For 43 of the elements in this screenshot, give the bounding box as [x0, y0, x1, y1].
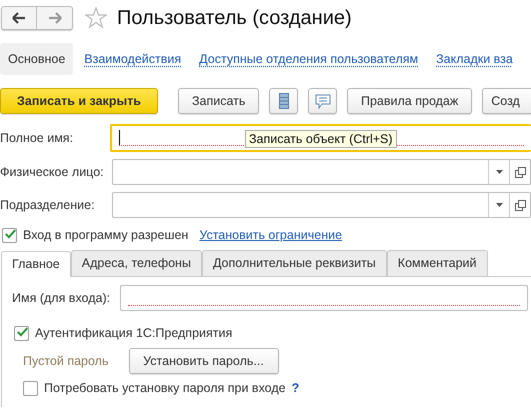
tab[interactable]: Дополнительные реквизиты	[202, 250, 387, 276]
toolbar-button[interactable]: Созд	[482, 88, 531, 114]
tab[interactable]: Адреса, телефоны	[70, 250, 202, 276]
tooltip: Записать объект (Ctrl+S)	[245, 130, 397, 148]
forward-arrow-icon	[48, 12, 62, 24]
field-label: Имя (для входа):	[12, 291, 112, 305]
input-field[interactable]	[112, 192, 531, 218]
open-window-icon	[514, 200, 526, 210]
comment-icon	[314, 94, 330, 108]
back-button[interactable]	[1, 6, 37, 30]
toolbar-button[interactable]: Правила продаж	[347, 88, 472, 114]
open-window-icon	[514, 166, 526, 178]
toolbar-button[interactable]: Записать	[178, 88, 259, 114]
caret-icon	[496, 203, 502, 207]
star-icon[interactable]	[85, 7, 107, 29]
checkbox-label: Аутентификация 1С:Предприятия	[35, 326, 232, 340]
checkbox-label: Потребовать установку пароля при входе	[44, 381, 286, 395]
help-link[interactable]: ?	[292, 381, 300, 395]
list-button[interactable]	[269, 88, 298, 114]
section-link[interactable]: Взаимодействия	[76, 43, 190, 75]
field-label: Полное имя:	[0, 131, 74, 145]
back-arrow-icon	[12, 12, 26, 24]
set-password-button[interactable]: Установить пароль...	[128, 348, 278, 374]
restriction-link[interactable]: Установить ограничение	[199, 228, 342, 242]
comment-button[interactable]	[308, 88, 337, 114]
save-and-close-button[interactable]: Записать и закрыть	[0, 88, 158, 114]
checkbox[interactable]	[2, 228, 17, 242]
field-label: Физическое лицо:	[0, 165, 105, 179]
checkbox[interactable]	[23, 380, 38, 396]
checkbox-label: Вход в программу разрешен	[23, 228, 188, 242]
login-name-field[interactable]	[120, 285, 528, 311]
input-field[interactable]	[112, 159, 531, 185]
window-title: Пользователь (создание)	[117, 6, 352, 30]
password-status: Пустой пароль	[23, 354, 108, 368]
tab[interactable]: Комментарий	[386, 250, 488, 276]
section-link[interactable]: Основное	[0, 43, 74, 75]
field-label: Подразделение:	[0, 198, 96, 212]
checkbox[interactable]	[14, 326, 29, 340]
tab[interactable]: Главное	[1, 251, 71, 277]
list-icon	[278, 93, 288, 109]
section-link[interactable]: Закладки вза	[428, 43, 521, 75]
section-link[interactable]: Доступные отделения пользователям	[191, 43, 426, 75]
caret-icon	[496, 170, 502, 174]
